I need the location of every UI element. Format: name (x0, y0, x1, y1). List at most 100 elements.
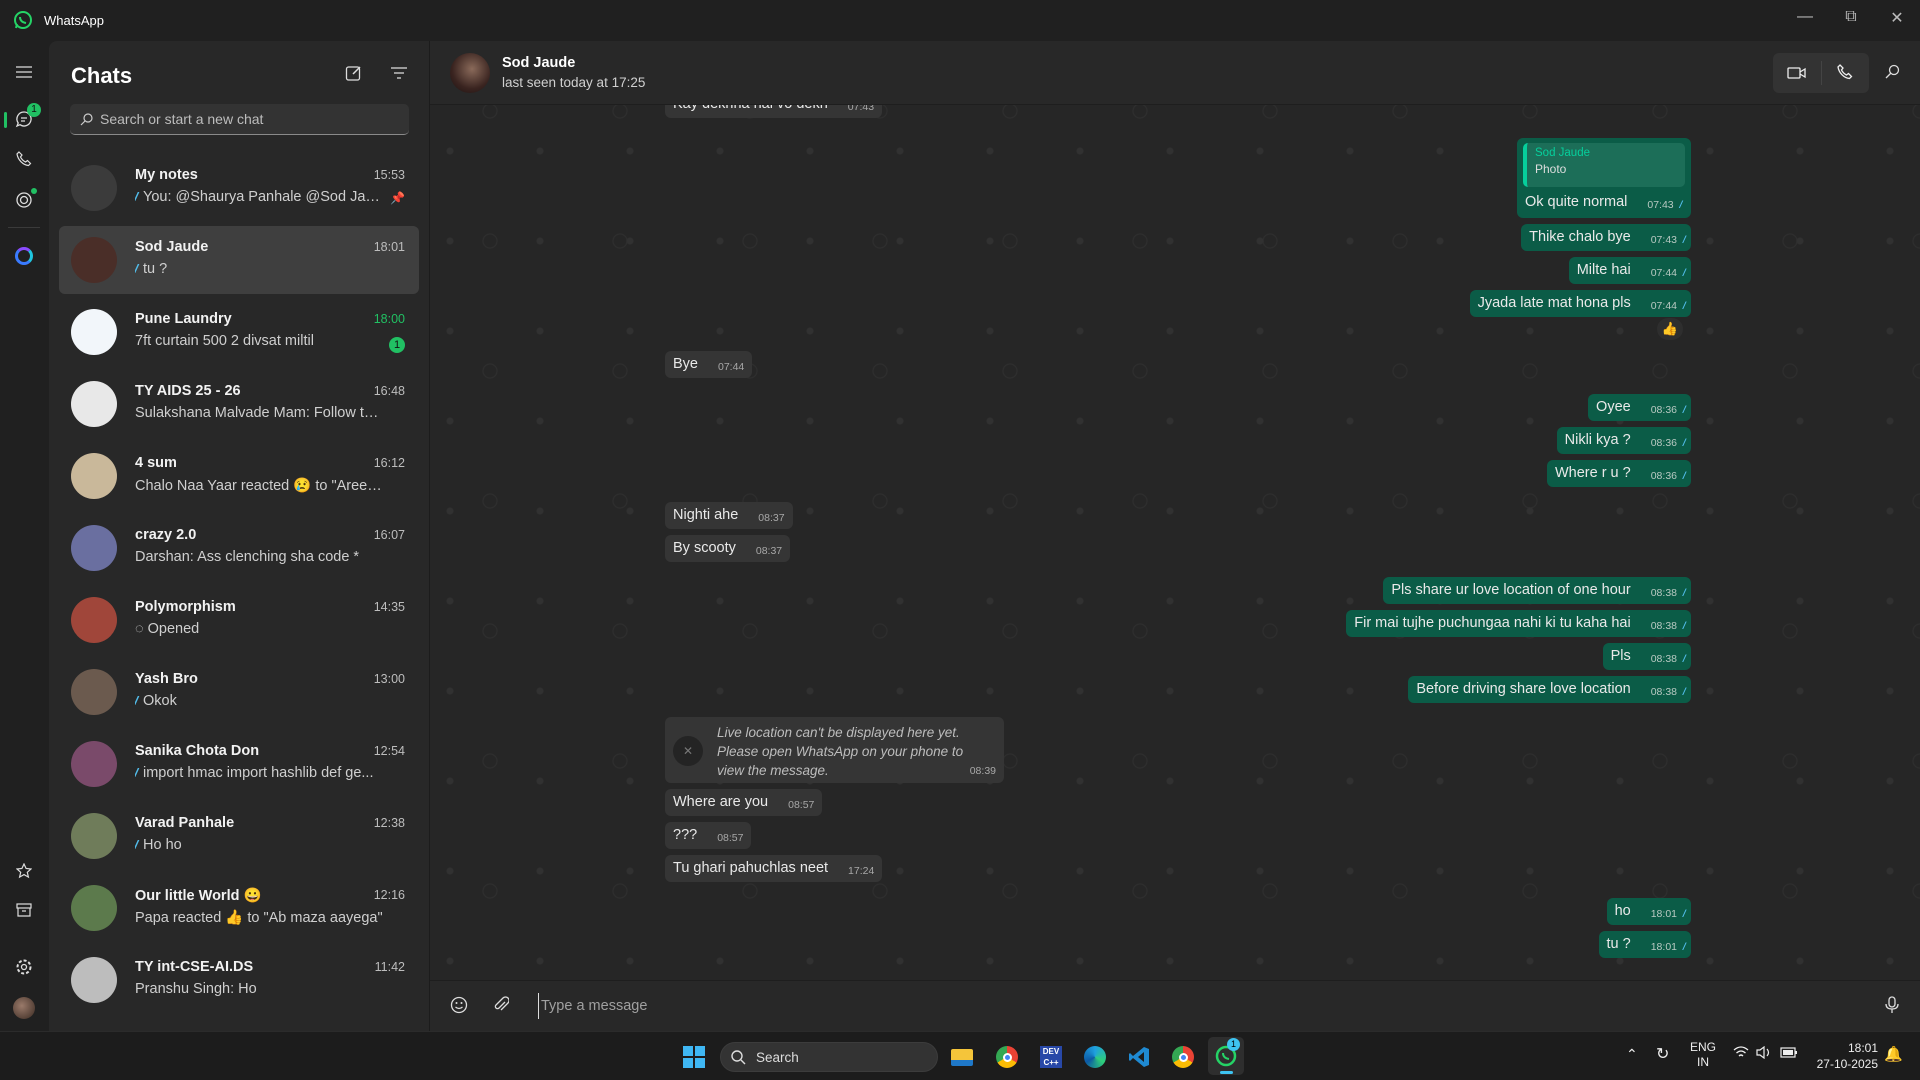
filter-icon[interactable] (391, 66, 407, 84)
voice-call-icon[interactable] (1837, 64, 1853, 87)
message-time: 08:57 (717, 832, 744, 844)
chat-list-item[interactable]: My notes 15:53 //You: @Shaurya Panhale @So… (59, 154, 419, 222)
meta-ai-icon[interactable] (10, 242, 38, 270)
chat-list-item[interactable]: TY AIDS 25 - 26 16:48 Sulakshana Malvade M… (59, 370, 419, 438)
chat-list-item[interactable]: Sanika Chota Don 12:54 //import hmac impor… (59, 730, 419, 798)
calls-icon[interactable] (10, 145, 38, 173)
notification-bell-icon[interactable]: 🔔 (1884, 1045, 1903, 1063)
edge-icon[interactable] (1079, 1041, 1111, 1073)
taskbar-search[interactable]: Search (720, 1042, 938, 1072)
chat-preview-text: Darshan: Ass clenching sha code * (135, 549, 360, 565)
message-bubble: Bye 07:44 (665, 351, 753, 378)
search-box[interactable] (70, 104, 409, 135)
chat-list-item[interactable]: Pune Laundry 18:00 7ft curtain 500 2 divsa… (59, 298, 419, 366)
chat-time: 18:00 (373, 312, 405, 326)
menu-icon[interactable] (10, 58, 38, 86)
language-indicator[interactable]: ENG IN (1690, 1040, 1716, 1070)
message-input[interactable] (538, 993, 1838, 1019)
chat-preview-text: Chalo Naa Yaar reacted 😢 to "Aree yaa... (135, 478, 385, 494)
contact-avatar[interactable] (450, 53, 490, 93)
sync-icon[interactable]: ↻ (1656, 1044, 1669, 1064)
show-hidden-icons-chevron-icon[interactable]: ⌃ (1626, 1046, 1638, 1063)
file-explorer-icon[interactable] (946, 1041, 978, 1073)
search-in-chat-icon[interactable] (1884, 64, 1900, 85)
chat-name: Pune Laundry (135, 311, 232, 327)
message-bubble: Sod Jaude Photo Ok quite normal07:43// (1517, 138, 1691, 218)
avatar (71, 813, 117, 859)
new-chat-icon[interactable] (345, 64, 363, 87)
chat-preview-text: Ho ho (143, 837, 182, 853)
chat-list-item[interactable]: Yash Bro 13:00 //Okok (59, 658, 419, 726)
chat-preview-text: ◌ Opened (135, 621, 200, 637)
dev-cpp-icon[interactable]: DEV C++ (1035, 1041, 1067, 1073)
settings-icon[interactable] (10, 953, 38, 981)
wifi-icon[interactable] (1733, 1046, 1749, 1061)
chat-preview: Papa reacted 👍 to "Ab maza aayega" (135, 909, 385, 926)
chat-preview-text: Papa reacted 👍 to "Ab maza aayega" (135, 910, 383, 926)
pin-icon: 📌 (390, 191, 405, 205)
maximize-button[interactable]: ⧉ (1836, 8, 1866, 32)
avatar (71, 309, 117, 355)
chat-preview: //You: @Shaurya Panhale @Sod Jau... (135, 189, 385, 205)
message-time: 08:38 (1650, 587, 1677, 599)
whatsapp-taskbar-badge: 1 (1227, 1038, 1240, 1051)
profile-avatar[interactable] (10, 994, 38, 1022)
search-input[interactable] (100, 104, 400, 134)
clock[interactable]: 18:01 27-10-2025 (1812, 1040, 1878, 1072)
chat-time: 12:16 (373, 888, 405, 902)
message-time: 07:44 (1650, 267, 1677, 279)
last-seen-status: last seen today at 17:25 (502, 75, 646, 90)
message-text: ho (1614, 903, 1631, 919)
title-bar: WhatsApp — ⧉ ✕ (0, 0, 1920, 41)
windows-start-icon[interactable] (678, 1041, 710, 1073)
active-app-indicator (1220, 1071, 1233, 1074)
language-label: ENG (1690, 1040, 1717, 1054)
message-text: Bye (673, 356, 698, 372)
chat-time: 13:00 (373, 672, 405, 686)
reaction[interactable]: 👍 (1657, 318, 1683, 340)
close-button[interactable]: ✕ (1882, 8, 1912, 32)
attach-icon[interactable] (493, 996, 510, 1019)
conversation-header[interactable]: Sod Jaude last seen today at 17:25 (430, 41, 1920, 105)
starred-icon[interactable] (10, 857, 38, 885)
whatsapp-taskbar-icon[interactable]: 1 (1208, 1037, 1244, 1075)
contact-name[interactable]: Sod Jaude (502, 55, 575, 71)
chat-list-item[interactable]: Sod Jaude 18:01 //tu ? (59, 226, 419, 294)
quoted-message[interactable]: Sod Jaude Photo (1523, 143, 1685, 187)
chat-list-item[interactable]: Varad Panhale 12:38 //Ho ho (59, 802, 419, 870)
chat-list-item[interactable]: Polymorphism 14:35 ◌ Opened (59, 586, 419, 654)
chat-preview: ◌ Opened (135, 621, 385, 637)
vscode-icon[interactable] (1123, 1041, 1155, 1073)
chat-list-item[interactable]: 4 sum 16:12 Chalo Naa Yaar reacted 😢 to "A… (59, 442, 419, 510)
message-bubble: Pls share ur love location of one hour 08… (1383, 577, 1691, 604)
microphone-icon[interactable] (1885, 996, 1899, 1019)
chat-name: My notes (135, 167, 198, 183)
call-divider (1821, 61, 1822, 85)
message-body: Ok quite normal07:43// (1523, 193, 1685, 211)
video-call-icon[interactable] (1787, 64, 1807, 87)
chat-name: Sanika Chota Don (135, 743, 260, 759)
quote-author: Sod Jaude (1535, 147, 1590, 159)
minimize-button[interactable]: — (1790, 8, 1820, 32)
chat-list-item[interactable]: crazy 2.0 16:07 Darshan: Ass clenching sha… (59, 514, 419, 582)
chat-time: 15:53 (373, 168, 405, 182)
message-bubble: Before driving share love location08:38/… (1408, 676, 1691, 703)
message-time: 08:38 (1650, 686, 1677, 698)
chat-list-item[interactable]: Our little World 😀 12:16 Papa reacted 👍 to… (59, 874, 419, 942)
message-time: 18:01 (1650, 941, 1677, 953)
chat-time: 14:35 (373, 600, 405, 614)
notice-text: Live location can't be displayed here ye… (717, 725, 964, 778)
chat-list-panel: Chats My notes 15:53 //You: @Shaurya Panha… (49, 41, 430, 1031)
chrome-profile-icon[interactable] (1167, 1041, 1199, 1073)
message-text: By scooty (673, 540, 736, 556)
location-unavailable-icon: ✕ (673, 736, 703, 766)
clock-date: 27-10-2025 (1816, 1057, 1878, 1071)
volume-icon[interactable] (1756, 1045, 1772, 1062)
message-time: 08:37 (758, 512, 785, 524)
chrome-icon[interactable] (991, 1041, 1023, 1073)
quote-text: Photo (1535, 162, 1567, 176)
chat-list-item[interactable]: TY int-CSE-AI.DS 11:42 Pranshu Singh: Ho (59, 946, 419, 1014)
archive-icon[interactable] (10, 896, 38, 924)
battery-icon[interactable] (1780, 1047, 1798, 1061)
emoji-icon[interactable] (450, 996, 468, 1019)
